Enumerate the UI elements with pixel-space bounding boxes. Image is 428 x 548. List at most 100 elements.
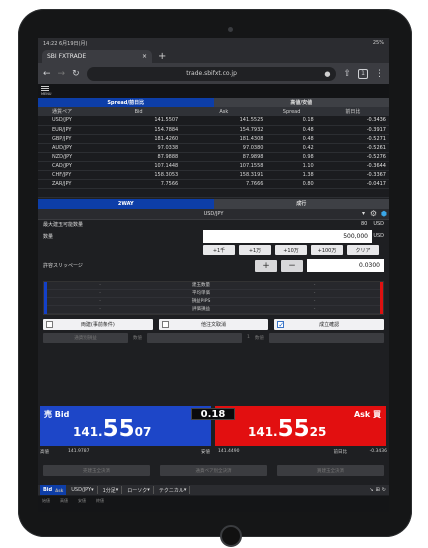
table-row[interactable] [38,188,389,198]
cell-change: -0.5271 [316,134,389,144]
numeric-input-2[interactable] [268,332,384,343]
cell-change: -0.3436 [316,116,389,126]
tab-high-low[interactable]: 高値/安値 [213,98,389,107]
info-bid-value: - [99,298,101,304]
cell-ask: 7.7666 [181,179,267,189]
numeric-input-1[interactable] [147,332,242,343]
cell-spread: 0.18 [266,116,317,126]
confirm-label: 成立確認 [319,321,340,328]
bid-ask-toggle[interactable]: Bid Ask [40,485,67,495]
hedge-checkbox[interactable]: 両建(事前条件) [43,318,153,330]
table-row[interactable]: GBP/JPY 181.4260 181.4308 0.48 -0.5271 [38,134,389,144]
tab-close-icon[interactable]: × [142,53,147,60]
menu-label: MENU [41,92,52,96]
chevron-down-icon[interactable]: ▾ [362,210,365,217]
checkbox-empty-icon [46,320,53,328]
qty-row: 数量 500,000 USD [38,229,389,244]
address-field[interactable]: trade.sbifxt.co.jp ● [86,66,337,81]
chart-type-select[interactable]: ローソク ▾ [124,486,154,494]
cell-ask [181,188,267,198]
cell-bid: 158.3053 [96,170,182,180]
quick-qty-row: +1千 +1万 +10万 +100万 クリア [38,244,389,257]
draw-icon[interactable]: ↘ [369,487,373,493]
max-qty-row: 最大建玉可能数量 80 USD [38,220,389,229]
rate-table: 通貨ペア Bid Ask Spread 前日比 USD/JPY 141.5507 1… [38,107,389,198]
checkbox-empty-icon [161,320,169,328]
reload-icon[interactable]: ↻ [72,69,80,79]
info-row: - 評価損益 - [44,306,383,314]
qty-input[interactable]: 500,000 [203,229,372,243]
slippage-plus-button[interactable]: + [255,259,277,272]
technical-select[interactable]: テクニカル ▾ [156,486,191,494]
share-icon[interactable]: ⇧ [343,69,351,79]
more-icon[interactable]: ⋮ [375,69,384,79]
hamburger-icon[interactable] [41,86,49,91]
close-all-sell-button[interactable]: 売建玉全決済 [43,465,150,476]
checkmark-icon: ✓ [277,320,285,329]
cell-spread: 0.80 [266,179,317,189]
cell-change: -0.5276 [316,152,389,162]
add-10k-button[interactable]: +1万 [239,245,271,255]
back-icon[interactable]: ← [43,69,51,79]
ask-buy-button[interactable]: Ask 買 141.5525 [215,406,386,446]
expand-icon[interactable]: ⊞ [376,487,380,493]
screen: 14:22 6月19日(月) 25% SBI FXTRADE × + ← → ↻… [38,38,389,512]
step-value: 1 [247,335,250,340]
clear-button[interactable]: クリア [347,245,379,255]
add-100k-button[interactable]: +10万 [275,245,307,255]
ask-side-bar [380,281,383,314]
bid-sell-button[interactable]: 売 Bid 141.5507 [40,406,211,446]
mic-icon[interactable]: ● [324,70,330,78]
close-all-pair-button[interactable]: 通貨ペア別全決済 [160,465,267,476]
tab-count[interactable]: 1 [358,68,368,79]
table-row[interactable]: USD/JPY 141.5507 141.5525 0.18 -0.3436 [38,116,389,126]
open-label: 始値 [42,498,50,503]
ask-price: 141.5525 [248,416,327,442]
bid-label: 売 Bid [44,410,70,419]
cell-bid [96,188,182,198]
add-1m-button[interactable]: +100万 [311,245,343,255]
status-bar: 14:22 6月19日(月) 25% [38,38,389,48]
cell-ask: 181.4308 [181,134,267,144]
gear-icon[interactable]: ⚙ [370,209,377,218]
table-row[interactable]: AUD/JPY 97.0338 97.0380 0.42 -0.5261 [38,143,389,153]
tab-market[interactable]: 成行 [213,198,389,209]
table-row[interactable]: EUR/JPY 154.7884 154.7932 0.48 -0.3917 [38,125,389,135]
forward-icon[interactable]: → [58,69,66,79]
battery-indicator: 25% [372,40,384,46]
confirm-checkbox[interactable]: ✓ 成立確認 [274,318,385,330]
chart-pair-select[interactable]: USD/JPY ▾ [68,486,98,494]
table-row[interactable]: CHF/JPY 158.3053 158.3191 1.38 -0.3367 [38,170,389,180]
refresh-icon[interactable]: ↻ [382,487,389,493]
close-all-buy-button[interactable]: 買建玉全決済 [277,465,384,476]
qty-label: 数量 [43,233,54,240]
lock-icon[interactable]: ⬢ [381,210,387,218]
tab-2way[interactable]: 2WAY [38,198,214,209]
pair-selector[interactable]: USD/JPY ▾ ⚙ ⬢ [38,208,389,220]
table-row[interactable]: NZD/JPY 87.9888 87.9898 0.98 -0.5276 [38,152,389,162]
slippage-input[interactable]: 0.0300 [307,259,384,272]
add-1k-button[interactable]: +1千 [203,245,235,255]
table-row[interactable]: ZAR/JPY 7.7566 7.7666 0.80 -0.0417 [38,179,389,189]
timeframe-select[interactable]: 1分足 ▾ [100,486,123,494]
bid-side-bar [44,281,47,314]
cell-change: -0.5261 [316,143,389,153]
cell-pair [38,188,96,198]
home-button[interactable] [220,525,242,547]
cell-spread: 1.38 [266,170,317,180]
cancel-others-checkbox[interactable]: 他注文取消 [158,318,269,330]
pl-by-currency-button[interactable]: 通貨別損益 [43,332,128,343]
url-text: trade.sbifxt.co.jp [186,70,237,77]
new-tab-icon[interactable]: + [158,51,166,62]
rate-tabs: Spread/前日比 高値/安値 [38,98,389,107]
browser-tab[interactable]: SBI FXTRADE × [42,50,152,63]
spread-badge: 0.18 [191,408,235,420]
slippage-row: 許容スリッページ + − 0.0300 [38,257,389,275]
status-time: 14:22 6月19日(月) [43,40,88,47]
slippage-minus-button[interactable]: − [281,259,303,272]
table-row[interactable]: CAD/JPY 107.1448 107.1558 1.10 -0.3644 [38,161,389,171]
tab-spread[interactable]: Spread/前日比 [38,98,214,107]
app-menu-bar: MENU [38,84,389,98]
numeric-label: 数値 [133,335,142,341]
url-bar: ← → ↻ trade.sbifxt.co.jp ● ⇧ 1 ⋮ [38,63,389,84]
